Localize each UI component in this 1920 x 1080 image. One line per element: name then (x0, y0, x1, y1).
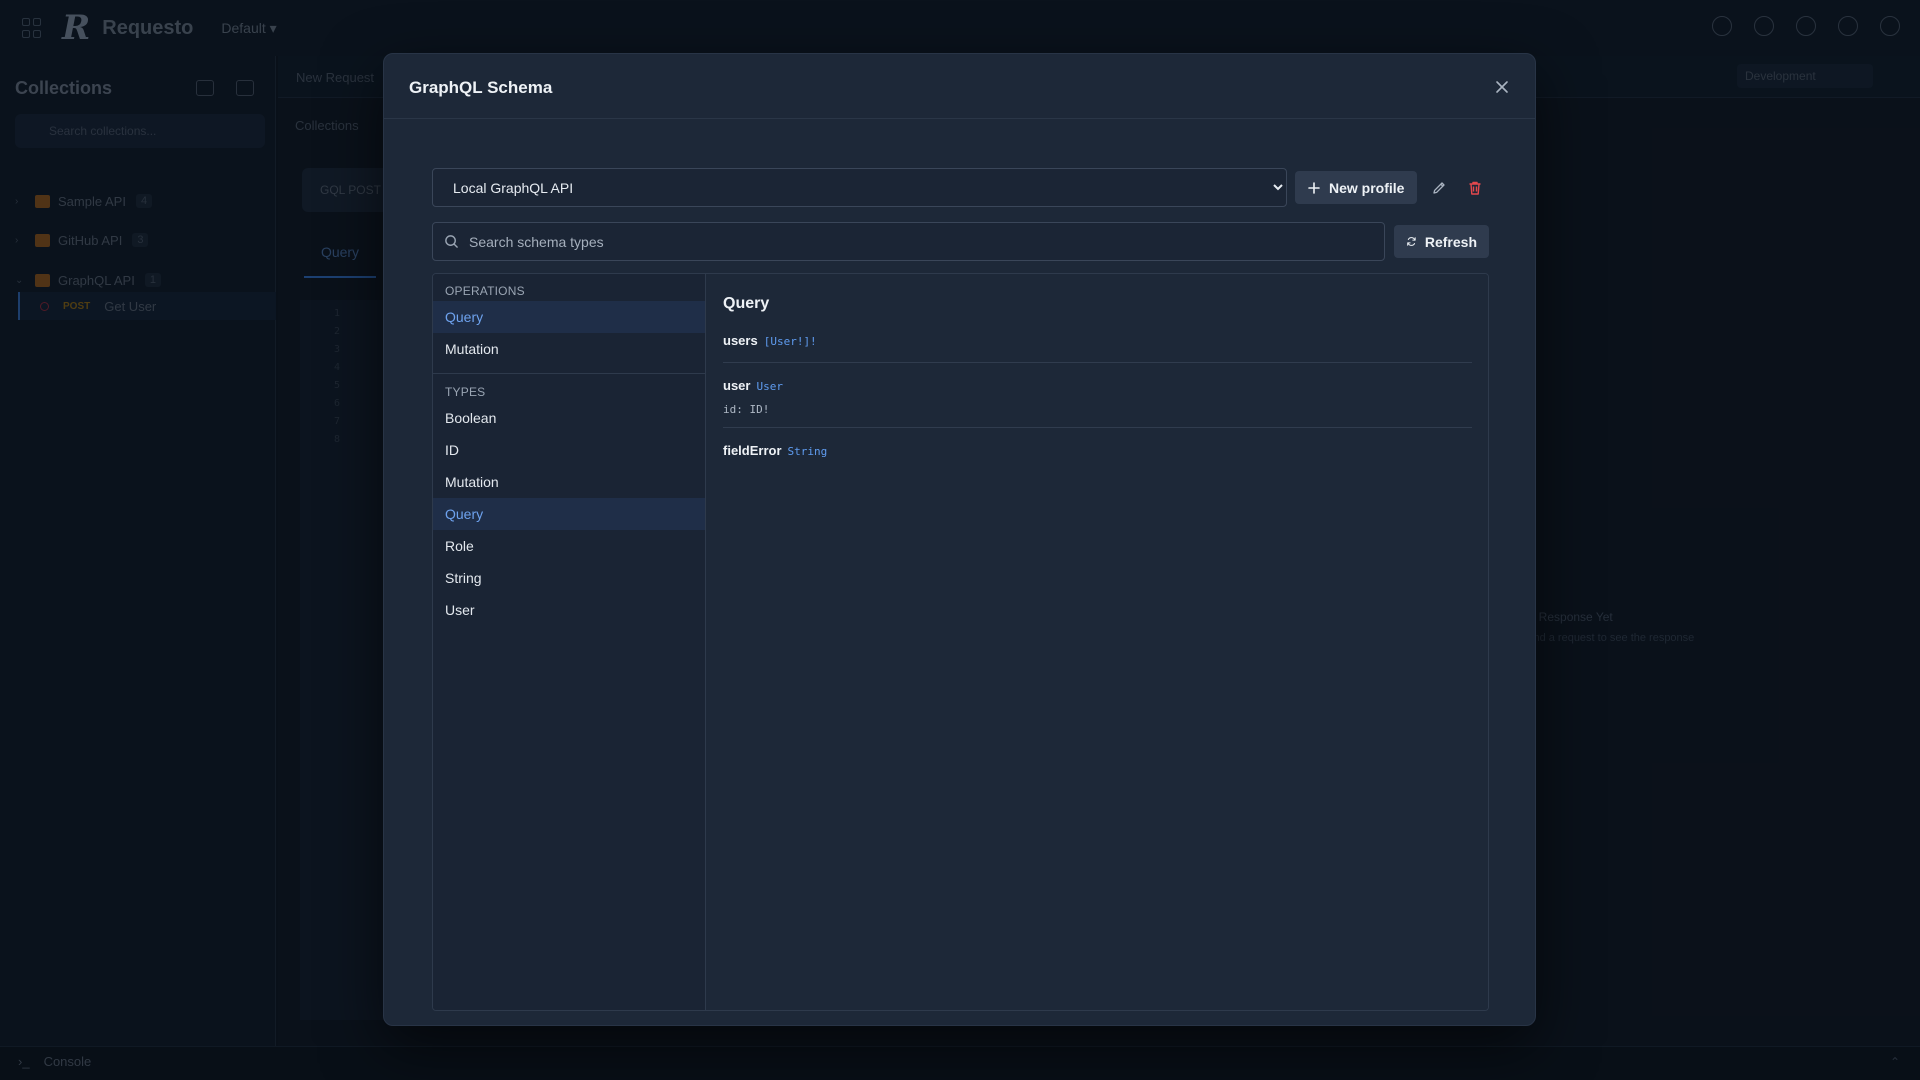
edit-profile-button[interactable] (1427, 176, 1451, 200)
field-divider (723, 362, 1472, 363)
modal-header: GraphQL Schema (384, 54, 1535, 119)
refresh-icon (1407, 237, 1416, 246)
nav-item-type-role[interactable]: Role (433, 530, 705, 562)
nav-item-type-mutation[interactable]: Mutation (433, 466, 705, 498)
nav-item-operation-mutation[interactable]: Mutation (433, 333, 705, 365)
nav-item-type-boolean[interactable]: Boolean (433, 402, 705, 434)
nav-item-type-query[interactable]: Query (433, 498, 705, 530)
schema-field: users [User!]! (723, 332, 1472, 350)
schema-field: user User id: ID! (723, 377, 1472, 416)
close-icon (1496, 81, 1508, 93)
field-divider (723, 427, 1472, 428)
pencil-icon (1433, 182, 1445, 194)
schema-field: fieldError String (723, 442, 1472, 460)
new-profile-label: New profile (1329, 179, 1405, 196)
search-icon (445, 235, 458, 248)
schema-explorer: OPERATIONS Query Mutation TYPES Boolean … (432, 273, 1489, 1011)
plus-icon (1308, 181, 1320, 194)
nav-item-type-string[interactable]: String (433, 562, 705, 594)
type-details: Query users [User!]! user User id: ID! fie… (706, 274, 1488, 1010)
types-heading: TYPES (445, 385, 486, 399)
graphql-schema-modal: GraphQL Schema Local GraphQL API New pro… (383, 53, 1536, 1026)
delete-profile-button[interactable] (1463, 176, 1487, 200)
nav-item-type-id[interactable]: ID (433, 434, 705, 466)
type-title: Query (723, 295, 770, 312)
field-type[interactable]: [User!]! (764, 335, 817, 348)
field-name: user (723, 378, 751, 393)
field-type[interactable]: String (788, 445, 828, 458)
operations-heading: OPERATIONS (445, 284, 525, 298)
profile-select[interactable]: Local GraphQL API (432, 168, 1287, 207)
schema-nav: OPERATIONS Query Mutation TYPES Boolean … (433, 274, 706, 1010)
field-argument: id: ID! (723, 403, 770, 416)
refresh-button[interactable]: Refresh (1394, 225, 1489, 258)
schema-search-input[interactable] (469, 223, 1369, 260)
field-name: users (723, 333, 758, 348)
field-name: fieldError (723, 443, 782, 458)
modal-title: GraphQL Schema (409, 78, 553, 97)
refresh-label: Refresh (1424, 233, 1477, 250)
nav-divider (433, 373, 705, 374)
trash-icon (1469, 181, 1481, 195)
nav-item-type-user[interactable]: User (433, 594, 705, 626)
new-profile-button[interactable]: New profile (1295, 171, 1417, 204)
nav-item-operation-query[interactable]: Query (433, 301, 705, 333)
close-button[interactable] (1489, 74, 1515, 100)
field-type[interactable]: User (756, 380, 783, 393)
schema-search (432, 222, 1385, 261)
